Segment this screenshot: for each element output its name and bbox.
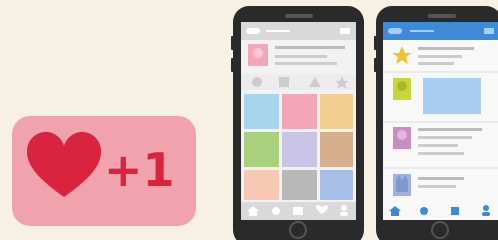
post-name-line [418,47,474,50]
person-icon [397,130,407,140]
post-text-line [418,152,464,155]
home-icon-base [391,211,399,216]
status-pill [246,28,260,34]
home-icon-base [249,211,257,216]
status-icons [484,28,494,34]
photo-tile[interactable] [320,132,353,167]
bell-icon[interactable] [451,207,459,215]
side-button [231,58,235,72]
profile-icon-body [482,212,490,216]
side-button [231,36,235,50]
profile-icon[interactable] [341,205,347,211]
photo-tile[interactable] [320,170,353,200]
post-image[interactable] [423,78,481,114]
circle-icon[interactable] [252,77,262,87]
plus-one-label: +1 [104,143,175,197]
status-icons [340,28,350,34]
profile-text-line [275,62,337,65]
photo-tile[interactable] [282,132,317,167]
profile-icon[interactable] [483,205,489,211]
side-button [374,36,378,50]
side-button [374,58,378,72]
status-dots [266,30,290,32]
illustration: +1 [12,6,498,240]
profile-icon-body [340,212,348,216]
person-icon [397,81,407,91]
post-text-line [418,62,454,65]
timeline-phone [374,6,498,240]
avatar-head [253,48,263,58]
post-name-line [418,177,464,180]
post-text-line [418,144,458,147]
post-text-line [418,136,472,139]
square-icon[interactable] [279,77,289,87]
profile-text-line [275,55,327,58]
post-text-line [418,185,456,188]
photo-tile[interactable] [282,170,317,200]
post-text-line [418,55,462,58]
post-name-line [418,128,482,131]
speaker-slot [285,14,313,18]
photo-tile[interactable] [244,94,279,129]
status-dots [410,30,434,32]
speaker-slot [428,14,456,18]
like-badge: +1 [12,116,196,226]
photo-grid [244,94,353,200]
status-pill [388,28,402,34]
search-icon[interactable] [420,207,428,215]
camera-icon[interactable] [293,207,303,215]
photo-tile[interactable] [244,132,279,167]
photo-tile[interactable] [244,170,279,200]
photo-tile[interactable] [282,94,317,129]
photo-tile[interactable] [320,94,353,129]
gallery-phone [231,6,364,240]
search-icon[interactable] [272,207,280,215]
profile-name-line [275,46,345,49]
